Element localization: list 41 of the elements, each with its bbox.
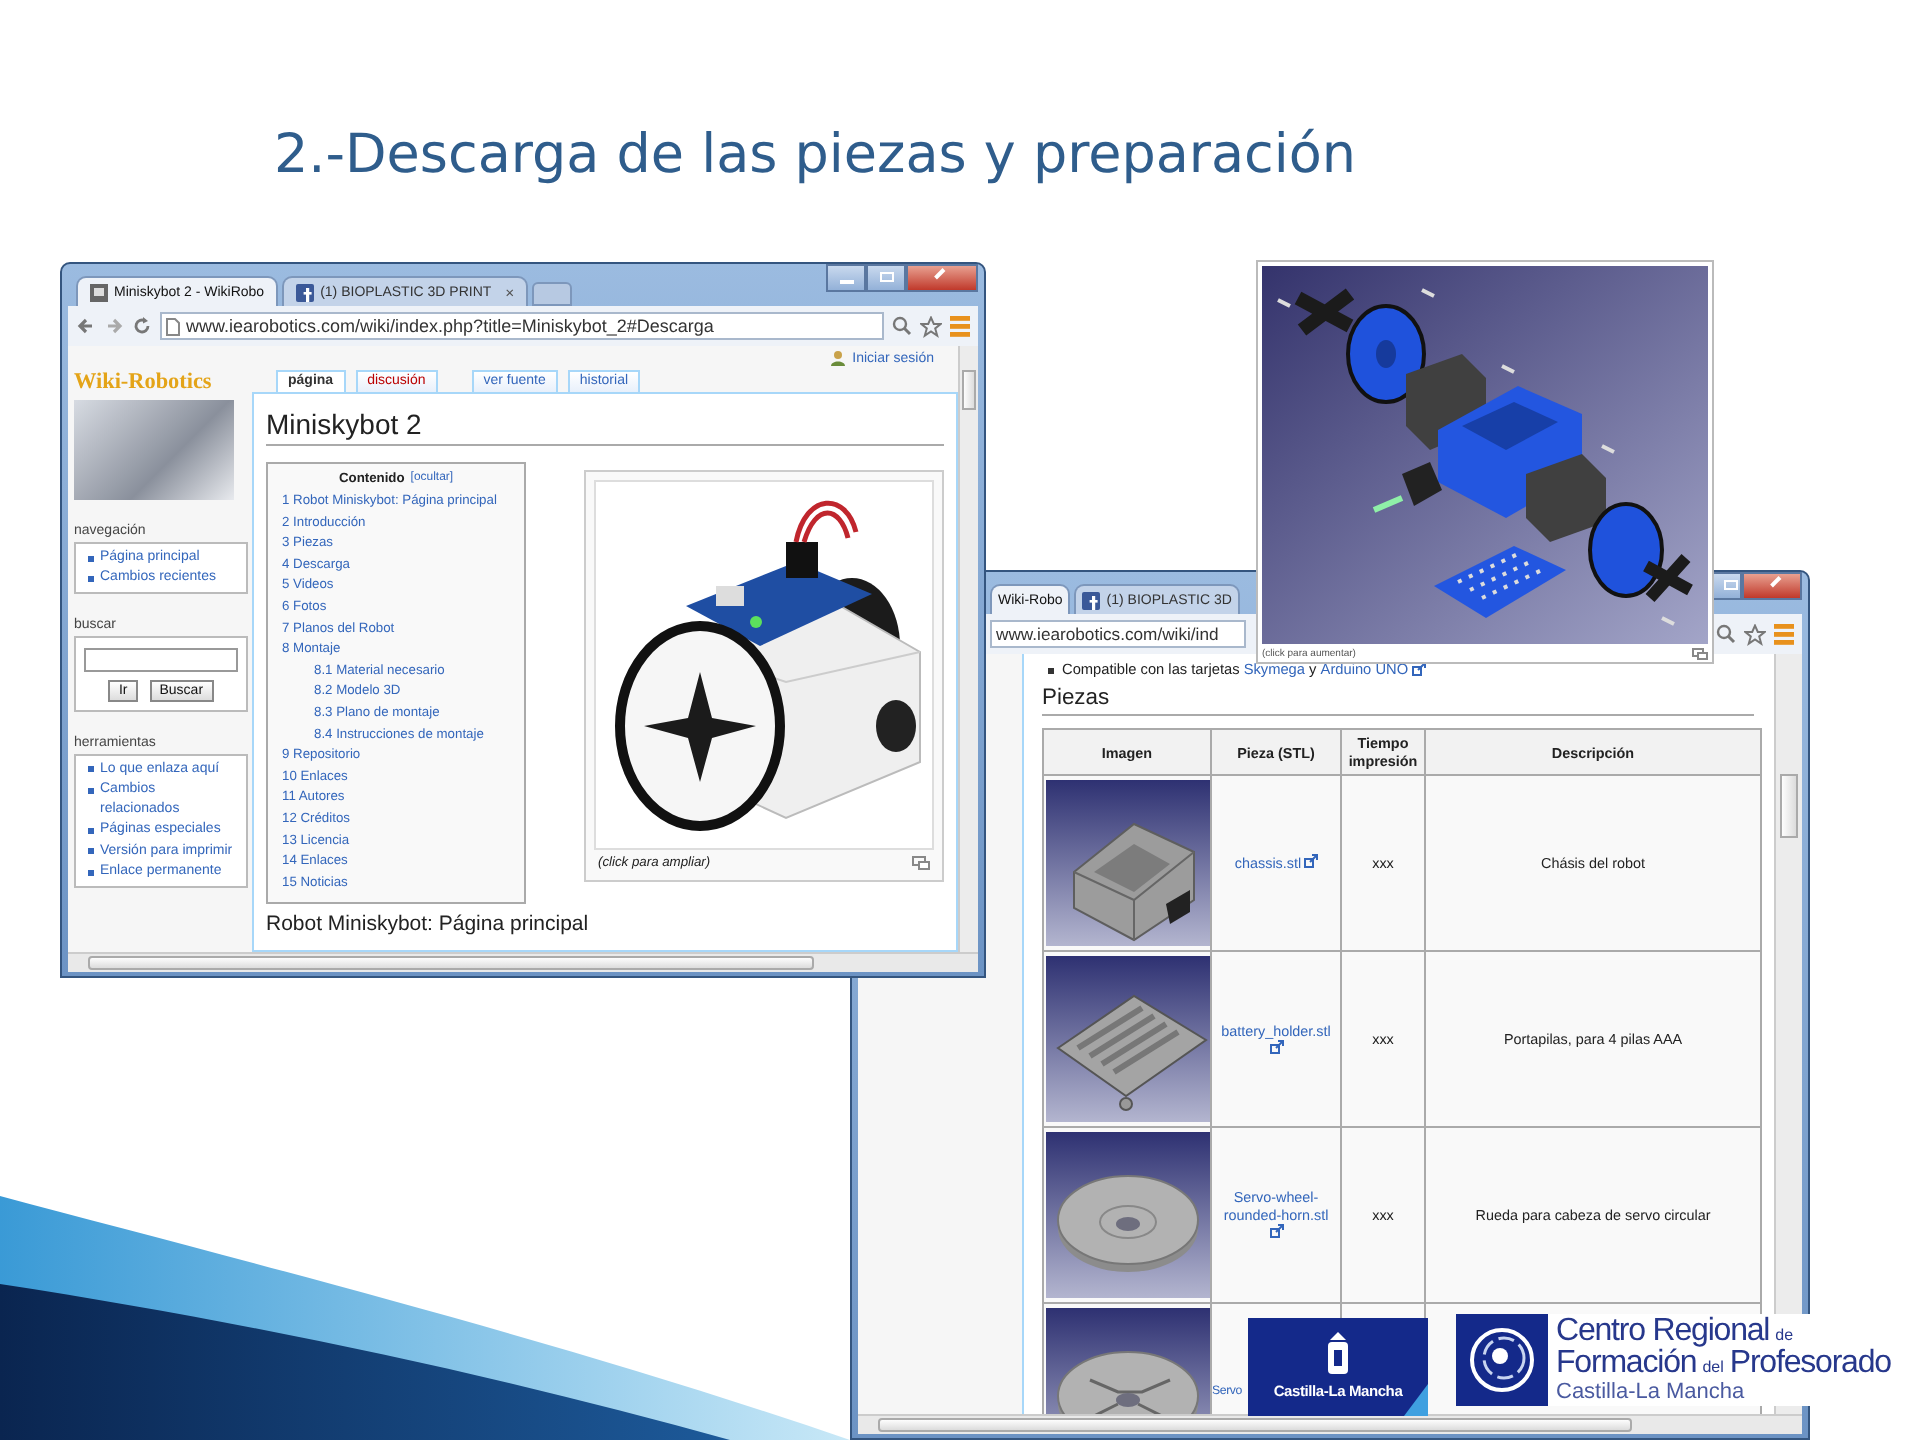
zoom-icon[interactable]	[1716, 624, 1736, 644]
star-icon[interactable]	[920, 315, 942, 337]
horizontal-scrollbar[interactable]	[68, 952, 978, 972]
section-heading: Robot Miniskybot: Página principal	[266, 912, 591, 937]
vertical-scrollbar[interactable]	[958, 346, 978, 952]
favicon-icon	[1082, 591, 1101, 609]
external-link-icon	[1412, 662, 1427, 676]
menu-icon[interactable]	[950, 314, 970, 338]
external-link-icon	[1270, 1039, 1284, 1053]
maximize-button[interactable]	[866, 264, 906, 292]
zoom-icon[interactable]	[892, 316, 912, 336]
logo-text: Profesorado	[1729, 1348, 1891, 1380]
address-field[interactable]: www.iearobotics.com/wiki/ind	[990, 620, 1246, 648]
section-heading: Piezas	[1042, 686, 1754, 716]
menu-icon[interactable]	[1774, 622, 1794, 646]
user-icon	[830, 350, 847, 366]
external-link-icon	[1270, 1224, 1284, 1238]
page-icon	[166, 317, 180, 335]
star-icon[interactable]	[1744, 623, 1766, 645]
minimize-button[interactable]	[826, 264, 866, 292]
enlarge-icon[interactable]	[912, 856, 930, 870]
logo-text: Centro Regional	[1556, 1316, 1770, 1348]
search-field[interactable]	[84, 647, 238, 672]
logo-text: Castilla-La Mancha	[1556, 1382, 1745, 1404]
reload-icon[interactable]	[132, 316, 152, 336]
forward-icon[interactable]	[104, 316, 124, 336]
robot-favicon-icon	[90, 283, 108, 301]
page-heading: Miniskybot 2	[266, 402, 944, 446]
close-button[interactable]	[906, 264, 978, 292]
back-icon[interactable]	[76, 316, 96, 336]
logo-text: del	[1702, 1360, 1724, 1376]
logo-text: de	[1775, 1328, 1794, 1344]
external-link-icon	[1303, 854, 1318, 868]
horizontal-scrollbar[interactable]	[858, 1414, 1802, 1434]
logo-text: Formación	[1556, 1348, 1697, 1380]
address-field[interactable]: www.iearobotics.com/wiki/index.php?title=Miniskybot_2#Descarga	[160, 312, 884, 340]
crest-icon	[1326, 1331, 1350, 1375]
close-button[interactable]	[1742, 572, 1802, 600]
enlarge-icon[interactable]	[1692, 647, 1708, 659]
favicon-icon	[296, 283, 315, 301]
slide-title: 2.-Descarga de las piezas y preparación	[274, 124, 1359, 186]
